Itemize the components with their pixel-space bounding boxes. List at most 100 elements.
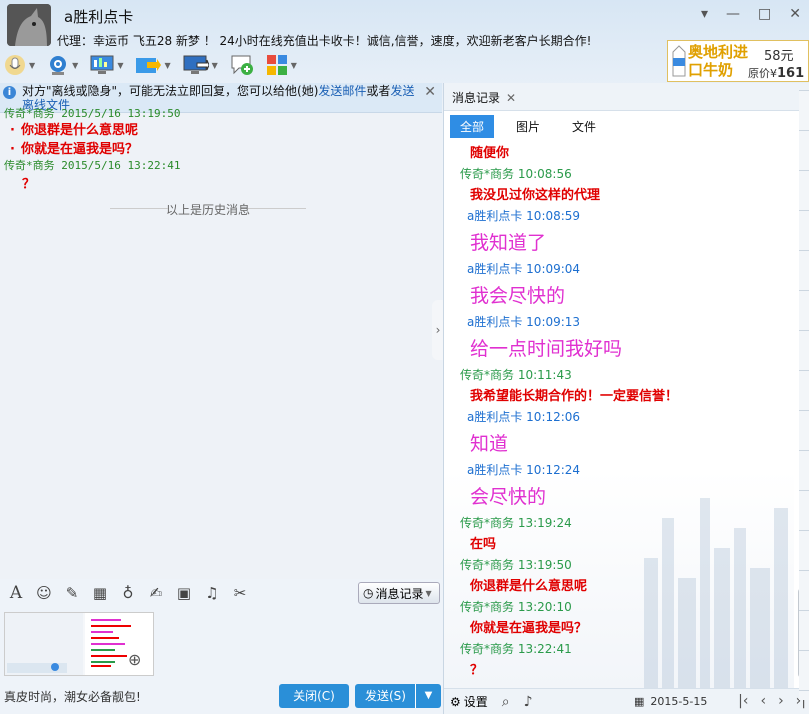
voice-call-button[interactable]: ▼ xyxy=(4,54,35,76)
ad-banner[interactable]: 奥地利进口牛奶 58元 原价¥161 xyxy=(667,40,809,82)
font-icon[interactable]: A xyxy=(6,583,26,603)
emoji-icon[interactable]: ☺ xyxy=(34,583,54,603)
record-filter: 全部 图片 文件 xyxy=(444,113,809,139)
message-record-button[interactable]: ◷ 消息记录 ▼ xyxy=(358,582,440,604)
message-record-panel: 消息记录 ✕ 全部 图片 文件 随便你 传奇*商务 10:08:56 我没见过你这样的… xyxy=(443,83,809,714)
video-icon[interactable]: ▦ xyxy=(90,583,110,603)
video-call-button[interactable]: ▼ xyxy=(47,54,78,76)
menu-icon[interactable]: ▾ xyxy=(701,6,708,22)
milk-carton-icon xyxy=(672,45,686,77)
date-value: 2015-5-15 xyxy=(650,695,708,708)
close-button[interactable]: 关闭(C) xyxy=(279,684,349,708)
info-icon: i xyxy=(3,86,16,99)
send-options-dropdown[interactable]: ▼ xyxy=(415,684,441,708)
input-toolbar: A ☺ ✎ ▦ ♁ ✍ ▣ ♫ ✂ ◷ 消息记录 ▼ xyxy=(0,580,442,606)
record-message: 给一点时间我好吗 xyxy=(470,338,623,360)
record-message: ？ xyxy=(470,663,484,678)
scissors-icon[interactable]: ✂ xyxy=(230,583,250,603)
send-button-label: 发送(S) xyxy=(365,689,406,703)
record-message: 在吗 xyxy=(470,537,497,552)
history-sender: 传奇*商务 2015/5/16 13:19:50 xyxy=(4,107,181,120)
chat-toolbar: ▼ ▼ ▼ ▼ ▼ ▼ xyxy=(4,52,297,78)
settings-button[interactable]: ⚙ 设置 xyxy=(450,693,488,710)
record-messages: 随便你 传奇*商务 10:08:56 我没见过你这样的代理 a胜利点卡 10:08:5… xyxy=(444,143,794,688)
notice-text-or: 或者 xyxy=(366,84,391,98)
gear-icon: ⚙ xyxy=(450,694,461,709)
filter-files[interactable]: 文件 xyxy=(562,115,606,138)
filter-images[interactable]: 图片 xyxy=(506,115,550,138)
ad-price: 58元 xyxy=(764,49,794,64)
apps-button[interactable]: ▼ xyxy=(266,54,297,76)
ad-original-value: 161 xyxy=(777,66,805,81)
file-transfer-button[interactable]: ▼ xyxy=(135,55,171,75)
close-notice-icon[interactable]: ✕ xyxy=(424,85,436,99)
contact-name: a胜利点卡 xyxy=(64,8,134,26)
contact-signature: 代理：幸运币 飞五28 新梦 ！ 24小时在线充值出卡收卡！诚信,信誉，速度，欢… xyxy=(57,34,592,48)
ad-original-label: 原价¥ xyxy=(748,67,777,80)
maximize-icon[interactable]: □ xyxy=(758,6,771,22)
record-sender: 传奇*商务 10:08:56 xyxy=(460,167,572,181)
magic-icon[interactable]: ✎ xyxy=(62,583,82,603)
ad-original-price: 原价¥161 xyxy=(748,65,804,81)
create-discussion-button[interactable] xyxy=(230,54,254,76)
minimize-icon[interactable]: — xyxy=(726,6,740,22)
record-sender-self: a胜利点卡 10:12:24 xyxy=(467,463,581,477)
notice-text: 对方"离线或隐身"，可能无法立即回复，您可以给他(她) xyxy=(22,84,319,98)
next-page-icon[interactable]: › xyxy=(778,693,784,709)
avatar[interactable] xyxy=(7,4,51,46)
ad-slogan[interactable]: 真皮时尚，潮女必备靓包! xyxy=(4,688,141,705)
filter-all[interactable]: 全部 xyxy=(450,114,495,138)
first-page-icon[interactable]: |‹ xyxy=(738,693,748,709)
mic-icon xyxy=(5,55,25,75)
chat-history-panel: i 对方"离线或隐身"，可能无法立即回复，您可以给他(她)发送邮件或者发送离线文… xyxy=(0,83,442,579)
record-sender-self: a胜利点卡 10:09:13 xyxy=(467,315,581,329)
tab-message-record[interactable]: 消息记录 ✕ xyxy=(452,89,516,106)
record-message: 你退群是什么意思呢 xyxy=(470,579,588,594)
history-message-text: 你就是在逼我是吗？ xyxy=(20,142,138,157)
chevron-down-icon: ▼ xyxy=(29,60,36,70)
history-message: ？ xyxy=(22,177,36,192)
record-sender: 传奇*商务 13:20:10 xyxy=(460,600,572,614)
history-divider: 以上是历史消息 xyxy=(110,201,306,218)
settings-label: 设置 xyxy=(463,695,488,709)
add-chat-icon xyxy=(231,55,253,75)
record-message: 你就是在逼我是吗？ xyxy=(470,621,588,636)
record-message: 我知道了 xyxy=(470,232,547,254)
chevron-down-icon: ▼ xyxy=(164,60,171,70)
record-message: 知道 xyxy=(470,433,509,455)
history-sender: 传奇*商务 2015/5/16 13:22:41 xyxy=(4,159,181,172)
zoom-icon[interactable]: ⊕ xyxy=(128,650,150,672)
remote-assist-button[interactable]: ▼ xyxy=(183,55,218,75)
record-message: 我会尽快的 xyxy=(470,285,566,307)
edit-icon[interactable]: ✍ xyxy=(146,583,166,603)
record-footer: ⚙ 设置 ⌕ ♪ ▦ 2015-5-15 |‹ ‹ › ›| xyxy=(444,688,809,714)
chevron-down-icon: ▼ xyxy=(290,60,297,70)
search-icon[interactable]: ⌕ xyxy=(502,694,510,710)
voice-icon[interactable]: ♁ xyxy=(118,583,138,603)
date-picker[interactable]: ▦ 2015-5-15 xyxy=(634,695,707,708)
page-nav: |‹ ‹ › ›| xyxy=(738,693,806,709)
chevron-down-icon: ▼ xyxy=(425,588,432,598)
remote-icon xyxy=(183,55,209,74)
close-tab-icon[interactable]: ✕ xyxy=(506,91,516,105)
screen-share-icon xyxy=(90,55,114,74)
send-email-link[interactable]: 发送邮件 xyxy=(318,84,366,98)
calendar-icon: ▦ xyxy=(634,695,645,708)
file-transfer-icon xyxy=(136,58,162,73)
screen-share-button[interactable]: ▼ xyxy=(90,55,123,75)
chat-window: a胜利点卡 代理：幸运币 飞五28 新梦 ！ 24小时在线充值出卡收卡！诚信,信… xyxy=(0,0,809,714)
image-icon[interactable]: ▣ xyxy=(174,583,194,603)
music-icon[interactable]: ♫ xyxy=(202,583,222,603)
prev-page-icon[interactable]: ‹ xyxy=(760,693,766,709)
chevron-down-icon: ▼ xyxy=(72,60,79,70)
record-sender: 传奇*商务 13:22:41 xyxy=(460,642,572,656)
record-sender: 传奇*商务 10:11:43 xyxy=(460,368,572,382)
speaker-icon[interactable]: ♪ xyxy=(524,694,533,710)
background-strip xyxy=(799,90,809,700)
record-sender-self: a胜利点卡 10:12:06 xyxy=(467,410,581,424)
history-message: · 你就是在逼我是吗？ xyxy=(10,142,138,157)
send-button[interactable]: 发送(S) ▼ xyxy=(355,684,441,708)
clock-icon: ◷ xyxy=(363,586,374,600)
close-icon[interactable]: ✕ xyxy=(789,6,801,22)
camera-icon xyxy=(50,56,67,75)
